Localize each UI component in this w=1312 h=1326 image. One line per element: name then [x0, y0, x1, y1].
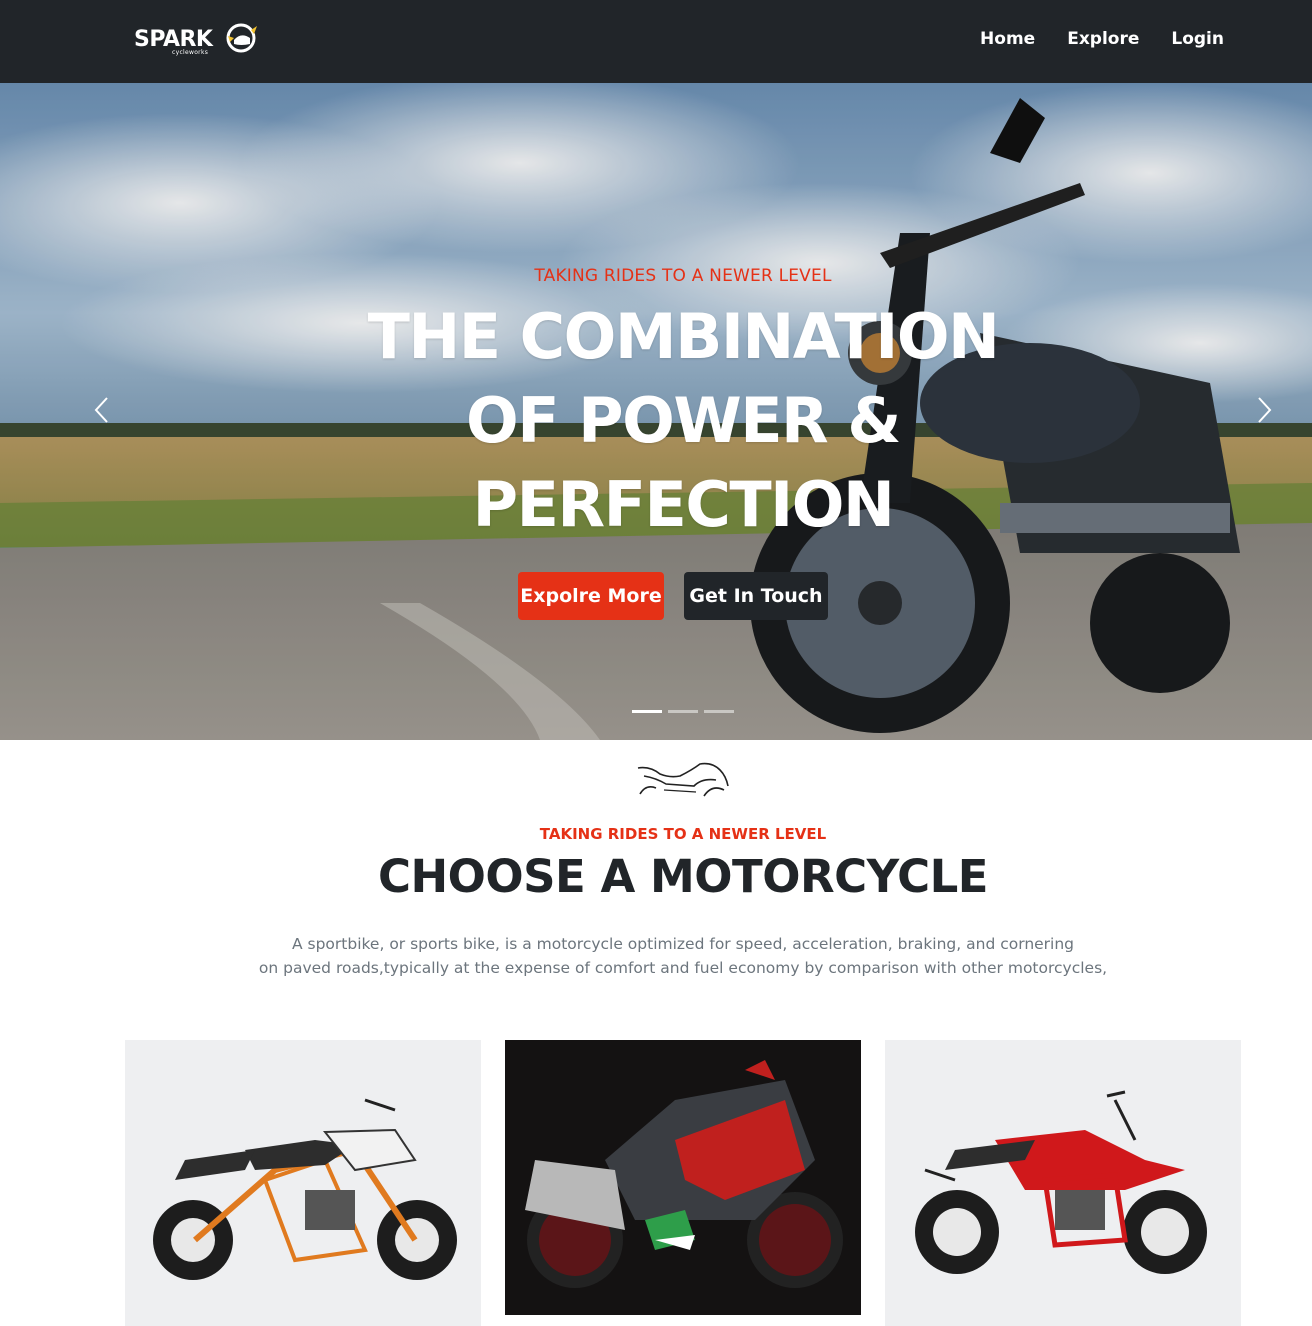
- get-in-touch-button[interactable]: Get In Touch: [684, 572, 828, 620]
- sportbike-icon: [637, 762, 729, 797]
- navbar: SPARK cycleworks Home Explore Login: [0, 0, 1312, 83]
- chevron-left-icon[interactable]: [90, 395, 114, 425]
- carousel-indicator-2[interactable]: [668, 710, 698, 713]
- brand-logo[interactable]: SPARK cycleworks: [134, 20, 268, 60]
- hero-carousel: TAKING RIDES TO A NEWER LEVEL THE COMBIN…: [0, 83, 1312, 740]
- carousel-indicators: [632, 710, 734, 713]
- sportbike-image: [525, 1060, 843, 1288]
- hero-title: THE COMBINATION OF POWER & PERFECTION: [367, 300, 1000, 541]
- motorcycle-card-3[interactable]: [885, 1040, 1241, 1326]
- section-description-line-2: on paved roads,typically at the expense …: [258, 959, 1108, 977]
- helmet-icon: [226, 23, 257, 53]
- supermoto-image: [915, 1090, 1207, 1274]
- motorcycle-card-1[interactable]: [125, 1040, 481, 1326]
- hero-caption: TAKING RIDES TO A NEWER LEVEL THE COMBIN…: [0, 83, 1312, 740]
- section-subtitle: TAKING RIDES TO A NEWER LEVEL: [539, 825, 827, 843]
- nav-explore-link[interactable]: Explore: [1067, 29, 1139, 49]
- section-description: A sportbike, or sports bike, is a motorc…: [200, 932, 1166, 980]
- carousel-indicator-3[interactable]: [704, 710, 734, 713]
- nav-home-link[interactable]: Home: [980, 29, 1035, 49]
- section-title: CHOOSE A MOTORCYCLE: [377, 850, 989, 903]
- main-nav: Home Explore Login: [980, 29, 1224, 49]
- chevron-right-icon[interactable]: [1252, 395, 1276, 425]
- carousel-indicator-1[interactable]: [632, 710, 662, 713]
- section-description-line-1: A sportbike, or sports bike, is a motorc…: [291, 935, 1075, 953]
- naked-bike-image: [153, 1098, 457, 1280]
- logo-text: SPARK: [134, 27, 213, 52]
- logo-subtext: cycleworks: [172, 49, 209, 56]
- motorcycle-card-2[interactable]: [505, 1040, 861, 1326]
- hero-subtitle: TAKING RIDES TO A NEWER LEVEL: [534, 266, 832, 286]
- explore-more-button[interactable]: Expolre More: [518, 572, 664, 620]
- nav-login-link[interactable]: Login: [1171, 29, 1224, 49]
